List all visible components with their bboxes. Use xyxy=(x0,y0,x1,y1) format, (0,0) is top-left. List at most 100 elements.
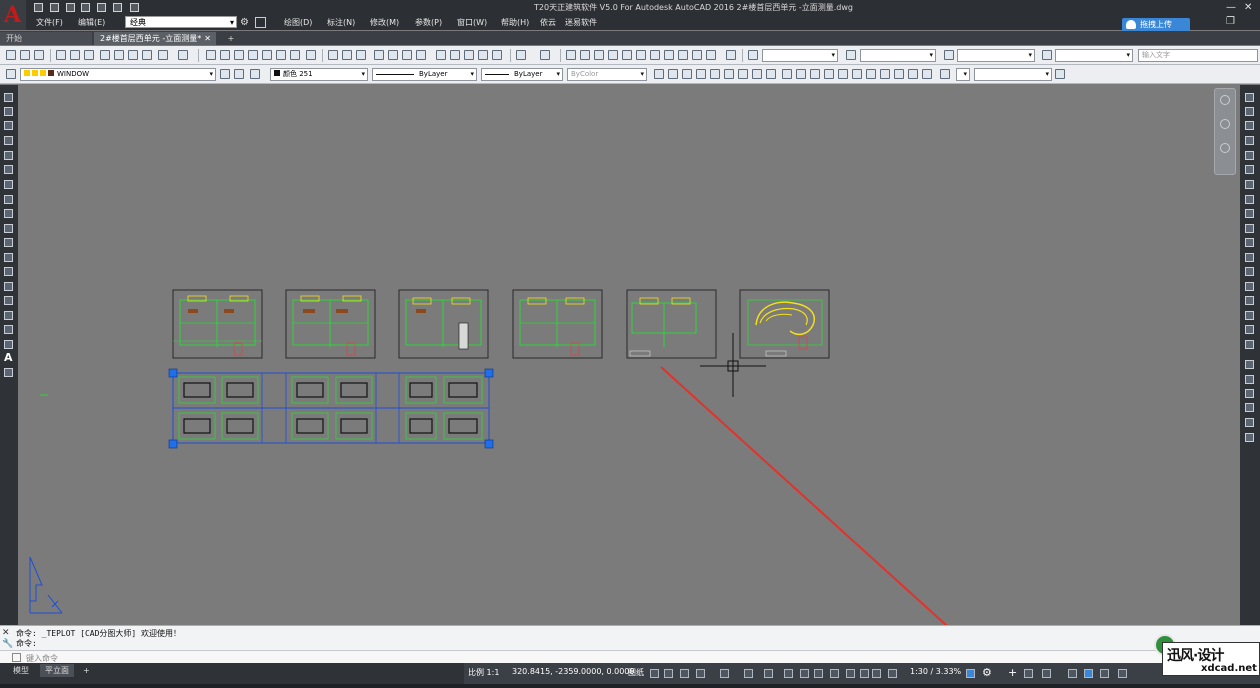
dim-linear-icon[interactable] xyxy=(654,69,664,79)
print-icon[interactable] xyxy=(97,3,106,12)
lineweight-select[interactable]: ByLayer ▾ xyxy=(481,68,563,81)
arc-icon[interactable] xyxy=(4,165,13,174)
tb-tool-5-icon[interactable] xyxy=(388,50,398,60)
workspace-settings-icon[interactable] xyxy=(255,17,266,28)
paper-space-toggle[interactable]: 图纸 xyxy=(628,667,644,678)
isolate-objects-icon[interactable] xyxy=(1024,669,1033,678)
dim-style-icon[interactable] xyxy=(846,50,856,60)
linetype-select[interactable]: ByLayer ▾ xyxy=(372,68,477,81)
menu-edit[interactable]: 编辑(E) xyxy=(78,17,105,28)
draworder-back-icon[interactable] xyxy=(1245,375,1254,384)
recent-commands-icon[interactable] xyxy=(12,653,21,662)
tb-tool-9-icon[interactable] xyxy=(450,50,460,60)
tool-palettes-icon[interactable] xyxy=(290,50,300,60)
tb-tool-14-icon[interactable] xyxy=(540,50,550,60)
ellipse-arc-icon[interactable] xyxy=(4,238,13,247)
construction-line-icon[interactable] xyxy=(4,107,13,116)
draworder-below-icon[interactable] xyxy=(1245,403,1254,412)
dim-arc-icon[interactable] xyxy=(682,69,692,79)
customization-icon[interactable] xyxy=(1100,669,1109,678)
properties-icon[interactable] xyxy=(262,50,272,60)
region-icon[interactable] xyxy=(4,325,13,334)
otrack-icon[interactable] xyxy=(744,669,753,678)
tb-tool-24-icon[interactable] xyxy=(692,50,702,60)
redo-icon[interactable] xyxy=(130,3,139,12)
table-style-icon[interactable] xyxy=(944,50,954,60)
explode-icon[interactable] xyxy=(1245,340,1254,349)
dim-update-icon[interactable] xyxy=(922,69,932,79)
make-block-icon[interactable] xyxy=(4,267,13,276)
line-icon[interactable] xyxy=(4,93,13,102)
text-front-icon[interactable] xyxy=(1245,418,1254,427)
point-icon[interactable] xyxy=(4,282,13,291)
add-selected-icon[interactable] xyxy=(4,368,13,377)
transparency-icon[interactable] xyxy=(800,669,809,678)
tb-tool-21-icon[interactable] xyxy=(650,50,660,60)
lineweight-icon[interactable] xyxy=(784,669,793,678)
gear-icon[interactable]: ⚙ xyxy=(240,17,249,28)
tb-tool-7-icon[interactable] xyxy=(416,50,426,60)
viewport-scale-icon[interactable] xyxy=(888,669,897,678)
annotation-visibility-icon[interactable] xyxy=(830,669,839,678)
gear-icon[interactable]: ⚙ xyxy=(982,666,992,679)
floor-plan-sheet-2[interactable] xyxy=(285,289,376,359)
tb-tool-12-icon[interactable] xyxy=(492,50,502,60)
tb-tool-25-icon[interactable] xyxy=(706,50,716,60)
dim-style-select[interactable]: ▾ xyxy=(860,49,936,62)
minimize-button[interactable]: — xyxy=(1226,2,1236,13)
spline-icon[interactable] xyxy=(4,209,13,218)
auto-scale-icon[interactable] xyxy=(846,669,855,678)
tb-tool-11-icon[interactable] xyxy=(478,50,488,60)
layer-previous-icon[interactable] xyxy=(234,69,244,79)
save-as-icon[interactable] xyxy=(81,3,90,12)
inspect-icon[interactable] xyxy=(866,69,876,79)
plot-icon[interactable] xyxy=(56,50,66,60)
selected-plan-group[interactable] xyxy=(40,368,494,449)
rectangle-icon[interactable] xyxy=(4,151,13,160)
pan-icon[interactable] xyxy=(206,50,216,60)
tb-tool-18-icon[interactable] xyxy=(608,50,618,60)
tb-tool-23-icon[interactable] xyxy=(678,50,688,60)
navigation-bar[interactable] xyxy=(1214,88,1236,175)
floor-plan-sheet-5[interactable] xyxy=(626,289,717,359)
command-window[interactable]: 命令: _TEPLOT [CAD分图大师] 欢迎使用！ 命令: ✕ 🔧 键入命令 xyxy=(0,625,1260,664)
add-icon[interactable]: + xyxy=(1008,666,1017,679)
table-style-select[interactable]: ▾ xyxy=(957,49,1035,62)
tb-tool-22-icon[interactable] xyxy=(664,50,674,60)
layer-manager-icon[interactable] xyxy=(6,69,16,79)
text-style-icon[interactable] xyxy=(748,50,758,60)
sync-icon[interactable] xyxy=(966,669,975,678)
hardware-accel-icon[interactable] xyxy=(1042,669,1051,678)
color-select[interactable]: 颜色 251 ▾ xyxy=(270,68,368,81)
dim-continue-icon[interactable] xyxy=(796,69,806,79)
copy-icon[interactable] xyxy=(114,50,124,60)
dim-ordinate-icon[interactable] xyxy=(696,69,706,79)
clean-screen-icon[interactable] xyxy=(1068,669,1077,678)
orbit-icon[interactable] xyxy=(1220,143,1230,153)
mirror-icon[interactable] xyxy=(1245,121,1254,130)
floor-plan-sheet-3[interactable] xyxy=(398,289,489,359)
open-file-icon[interactable] xyxy=(50,3,59,12)
dim-style-short-select[interactable]: ▾ xyxy=(956,68,970,81)
dim-style-select-2[interactable]: ▾ xyxy=(974,68,1052,81)
paste-icon[interactable] xyxy=(128,50,138,60)
menu-miyi[interactable]: 迷易软件 xyxy=(565,17,597,28)
ortho-icon[interactable] xyxy=(680,669,689,678)
layer-select[interactable]: WINDOW ▾ xyxy=(20,68,216,81)
mtext-icon[interactable]: A xyxy=(4,351,13,364)
steering-wheel-icon[interactable] xyxy=(1220,95,1230,105)
tb-tool-3-icon[interactable] xyxy=(356,50,366,60)
menu-window[interactable]: 窗口(W) xyxy=(457,17,487,28)
customize-icon[interactable]: 🔧 xyxy=(2,639,13,649)
floor-plan-sheet-1[interactable] xyxy=(172,289,263,359)
dim-angular-icon[interactable] xyxy=(752,69,762,79)
save-icon[interactable] xyxy=(66,3,75,12)
zoom-previous-icon[interactable] xyxy=(248,50,258,60)
command-input-row[interactable]: 键入命令 xyxy=(0,650,1260,664)
close-tab-icon[interactable]: ✕ xyxy=(204,32,211,45)
dim-override-icon[interactable] xyxy=(1055,69,1065,79)
tb-tool-1-icon[interactable] xyxy=(328,50,338,60)
polar-icon[interactable] xyxy=(696,669,705,678)
menu-parameter[interactable]: 参数(P) xyxy=(415,17,442,28)
dim-style-manage-icon[interactable] xyxy=(940,69,950,79)
